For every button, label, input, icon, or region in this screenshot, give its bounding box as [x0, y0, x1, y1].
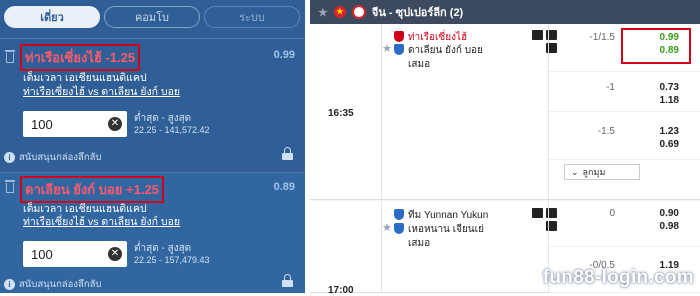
match-time: 16:35 [328, 108, 354, 119]
bet-selection: ดาเลียน ยังก์ บอย +1.25 [20, 176, 164, 203]
handicap-value: -1/1.5 [589, 32, 615, 43]
team-crest-icon [394, 31, 404, 42]
info-icon: i [4, 279, 15, 290]
league-header[interactable]: ★ ★ จีน - ซุปเปอร์ลีก (2) [310, 0, 700, 24]
stake-input[interactable]: 100 ✕ [23, 241, 127, 267]
limits-label: ต่ำสุด - สูงสุด [134, 243, 192, 254]
home-team[interactable]: ทีม Yunnan Yukun [408, 208, 488, 223]
home-price[interactable]: 1.23 [629, 126, 679, 137]
tab-single[interactable]: เดี่ยว [4, 6, 100, 28]
handicap-value: 0 [609, 208, 615, 219]
match-row: 16:35 ท่าเรือเซี่ยงไฮ้ ★ ดาเลียน ยังก์ บ… [310, 24, 700, 200]
lock-icon [282, 147, 293, 160]
away-price[interactable]: 0.98 [629, 221, 679, 232]
handicap-line: -1 0.73 1.18 [549, 72, 700, 112]
trash-icon[interactable] [4, 180, 16, 194]
handicap-line: -1/1.5 0.99 0.89 [549, 24, 700, 72]
china-flag-icon: ★ [333, 6, 346, 18]
bet-odds: 0.99 [273, 49, 295, 61]
away-team[interactable]: เหอหนาน เจียนเย่ [408, 222, 484, 237]
handicap-value: -1.5 [597, 126, 615, 137]
team-crest-icon [394, 44, 404, 55]
draw-label: เสมอ [408, 59, 431, 70]
clear-icon[interactable]: ✕ [108, 117, 122, 131]
stake-value: 100 [31, 117, 53, 132]
handicap-line: 0 0.90 0.98 [549, 201, 700, 247]
chevron-down-icon: ⌄ [571, 166, 579, 177]
mystery-box-toggle[interactable]: i สนับสนุนกล่องลึกลับ [4, 150, 101, 165]
bet-match-link[interactable]: ท่าเรือเซี่ยงไฮ้ vs ดาเลียน ยังก์ บอย [23, 83, 180, 100]
match-list: ★ ★ จีน - ซุปเปอร์ลีก (2) 16:35 ท่าเรือเ… [310, 0, 700, 296]
betslip-panel: เดี่ยว คอมโบ ระบบ ท่าเรือเซี่ยงไฮ้ -1.25… [0, 0, 305, 293]
match-time-cell: 16:35 [310, 24, 382, 199]
bet-match-link[interactable]: ท่าเรือเซี่ยงไฮ้ vs ดาเลียน ยังก์ บอย [23, 213, 180, 230]
trash-icon[interactable] [4, 50, 16, 64]
away-price[interactable]: 1.18 [629, 95, 679, 106]
team-crest-icon [394, 209, 404, 220]
tab-system[interactable]: ระบบ [204, 6, 300, 28]
clear-icon[interactable]: ✕ [108, 247, 122, 261]
star-icon[interactable]: ★ [318, 6, 328, 19]
stats-icon[interactable] [532, 30, 543, 40]
match-teams: ทีม Yunnan Yukun ★ เหอหนาน เจียนเย่ เสมอ [382, 201, 557, 292]
match-teams: ท่าเรือเซี่ยงไฮ้ ★ ดาเลียน ยังก์ บอย เสม… [382, 24, 557, 199]
info-icon: i [4, 152, 15, 163]
star-icon[interactable]: ★ [382, 42, 392, 55]
bet-item: ท่าเรือเซี่ยงไฮ้ -1.25 0.99 เต็มเวลา เอเ… [0, 38, 305, 172]
star-icon[interactable]: ★ [382, 221, 392, 234]
home-price[interactable]: 0.99 [629, 32, 679, 43]
stake-value: 100 [31, 247, 53, 262]
home-price[interactable]: 0.90 [629, 208, 679, 219]
mystery-box-label: สนับสนุนกล่องลึกลับ [19, 152, 102, 163]
bet-item: ดาเลียน ยังก์ บอย +1.25 0.89 เต็มเวลา เอ… [0, 172, 305, 293]
bet-odds: 0.89 [273, 181, 295, 193]
watermark: fun88-login.com [542, 267, 694, 288]
draw-label: เสมอ [408, 238, 431, 249]
handicap-line: -1.5 1.23 0.69 [549, 112, 700, 160]
corners-label: ลูกมุม [582, 167, 606, 177]
handicap-value: -1 [606, 82, 615, 93]
tab-combo[interactable]: คอมโบ [104, 6, 200, 28]
limits-value: 22.25 - 157,479.43 [134, 255, 210, 265]
league-logo-icon [351, 5, 366, 19]
away-price[interactable]: 0.69 [629, 139, 679, 150]
home-price[interactable]: 0.73 [629, 82, 679, 93]
league-name: จีน - ซุปเปอร์ลีก (2) [371, 7, 464, 19]
mystery-box-label: สนับสนุนกล่องลึกลับ [19, 279, 102, 290]
betslip-tabs: เดี่ยว คอมโบ ระบบ [4, 6, 300, 28]
team-crest-icon [394, 223, 404, 234]
mystery-box-toggle[interactable]: i สนับสนุนกล่องลึกลับ [4, 277, 101, 292]
away-price[interactable]: 0.89 [629, 45, 679, 56]
away-team[interactable]: ดาเลียน ยังก์ บอย [408, 43, 483, 58]
limits-value: 22.25 - 141,572.42 [134, 125, 210, 135]
lock-icon [282, 274, 293, 287]
corners-dropdown[interactable]: ⌄ ลูกมุม [564, 164, 640, 180]
match-time-cell: 17:00 [310, 201, 382, 296]
limits-label: ต่ำสุด - สูงสุด [134, 113, 192, 124]
stake-input[interactable]: 100 ✕ [23, 111, 127, 137]
match-time: 17:00 [328, 285, 354, 296]
bet-selection: ท่าเรือเซี่ยงไฮ้ -1.25 [20, 44, 141, 71]
stats-icon[interactable] [532, 208, 543, 218]
